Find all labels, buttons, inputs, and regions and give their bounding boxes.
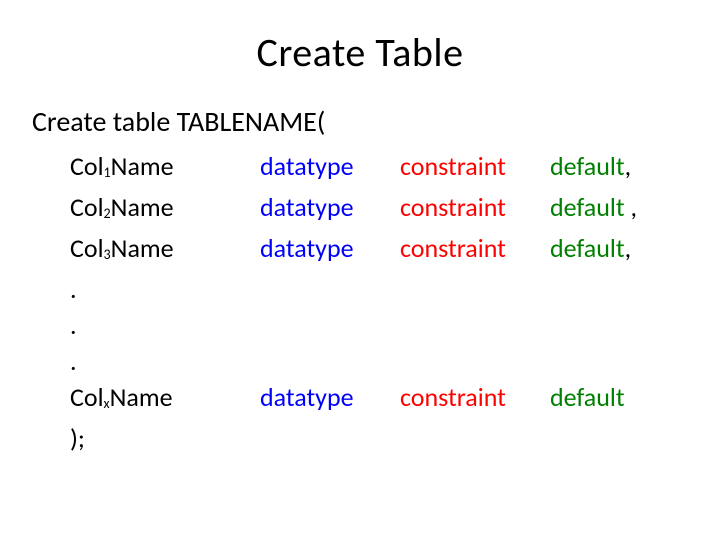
column-row-1: Col1Namedatatypeconstraintdefault, bbox=[70, 148, 637, 189]
datatype: datatype bbox=[260, 189, 400, 225]
constraint: constraint bbox=[400, 189, 550, 225]
close-paren: ); bbox=[70, 420, 637, 456]
column-name: Col1Name bbox=[70, 148, 260, 189]
slide-title: Create Table bbox=[0, 28, 720, 77]
column-row-2: Col2Namedatatypeconstraintdefault , bbox=[70, 189, 637, 230]
default: default, bbox=[550, 230, 631, 266]
column-row-3: Col3Namedatatypeconstraintdefault, bbox=[70, 230, 637, 271]
datatype: datatype bbox=[260, 379, 400, 415]
default: default, bbox=[550, 148, 631, 184]
create-table-statement: Create table TABLENAME( bbox=[32, 104, 325, 139]
column-name: Col2Name bbox=[70, 189, 260, 230]
default: default bbox=[550, 379, 625, 415]
constraint: constraint bbox=[400, 379, 550, 415]
ellipsis-dot: . bbox=[70, 343, 637, 379]
constraint: constraint bbox=[400, 230, 550, 266]
column-name: ColxName bbox=[70, 379, 260, 420]
column-row-x: ColxNamedatatypeconstraintdefault bbox=[70, 379, 637, 420]
datatype: datatype bbox=[260, 148, 400, 184]
column-definitions: Col1Namedatatypeconstraintdefault, Col2N… bbox=[70, 148, 637, 456]
constraint: constraint bbox=[400, 148, 550, 184]
column-name: Col3Name bbox=[70, 230, 260, 271]
default: default , bbox=[550, 189, 637, 225]
slide: Create Table Create table TABLENAME( Col… bbox=[0, 0, 720, 540]
ellipsis-dot: . bbox=[70, 271, 637, 307]
ellipsis-dot: . bbox=[70, 307, 637, 343]
datatype: datatype bbox=[260, 230, 400, 266]
